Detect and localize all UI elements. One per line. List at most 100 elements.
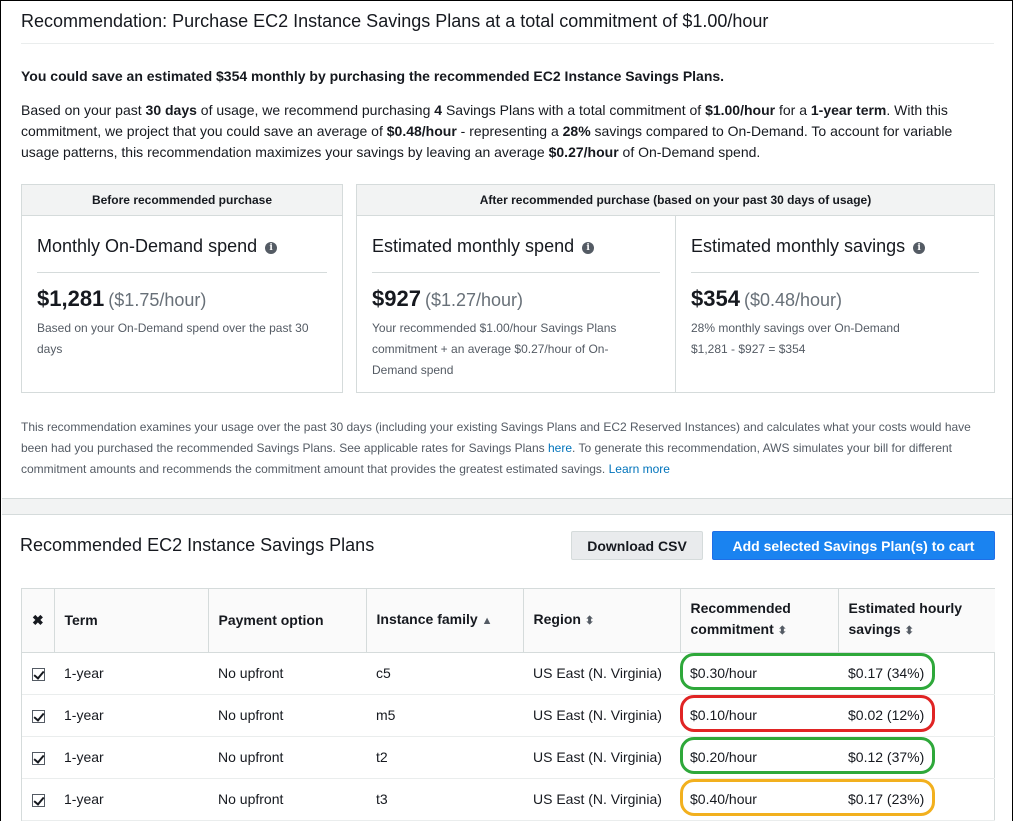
cell-instance-family: m5 bbox=[366, 694, 523, 737]
row-checkbox[interactable] bbox=[32, 667, 45, 681]
row-checkbox[interactable] bbox=[32, 793, 45, 807]
metric-value: $1,281 ($1.75/hour) bbox=[37, 286, 206, 312]
cell-region: US East (N. Virginia) bbox=[523, 736, 680, 779]
metric-title-text: Estimated monthly spend bbox=[372, 236, 575, 256]
info-icon[interactable]: i bbox=[265, 242, 278, 254]
deselect-all-icon[interactable]: ✖ bbox=[22, 589, 55, 653]
sort-icon: ⬍ bbox=[584, 614, 595, 627]
cell-term: 1-year bbox=[54, 778, 208, 821]
summary-days: 30 days bbox=[145, 102, 197, 118]
column-instance-family[interactable]: Instance family ▲ bbox=[366, 589, 524, 653]
table-row[interactable]: 1-year No upfront t2 US East (N. Virginia) $… bbox=[22, 736, 995, 779]
metric-value-hourly: ($1.27/hour) bbox=[424, 290, 524, 310]
table-row[interactable]: 1-year No upfront t3 US East (N. Virginia) $… bbox=[22, 778, 995, 821]
summary-hourly-savings: $0.48/hour bbox=[386, 123, 457, 139]
column-recommended-commitment[interactable]: Recommended commitment ⬍ bbox=[680, 589, 839, 653]
learn-more-link[interactable]: Learn more bbox=[609, 462, 670, 476]
column-payment-option[interactable]: Payment option bbox=[208, 589, 367, 653]
metric-value-hourly: ($1.75/hour) bbox=[108, 290, 207, 310]
metric-value-hourly: ($0.48/hour) bbox=[743, 290, 843, 310]
cell-region: US East (N. Virginia) bbox=[523, 652, 680, 695]
cell-payment-option: No upfront bbox=[208, 694, 366, 737]
metric-ondemand-spend: Monthly On-Demand spend i $1,281 ($1.75/ho… bbox=[22, 216, 342, 392]
before-purchase-header: Before recommended purchase bbox=[22, 185, 342, 216]
cell-commitment: $0.10/hour bbox=[680, 694, 838, 737]
sort-ascending-icon: ▲ bbox=[481, 614, 493, 627]
cell-instance-family: t3 bbox=[366, 778, 523, 821]
cell-commitment: $0.20/hour bbox=[680, 736, 838, 779]
section-separator bbox=[2, 498, 1012, 515]
column-label: Region bbox=[533, 610, 581, 627]
metric-note: Based on your On-Demand spend over the p… bbox=[37, 321, 309, 356]
metric-title-text: Monthly On-Demand spend bbox=[37, 236, 258, 256]
info-icon[interactable]: i bbox=[582, 242, 595, 254]
row-checkbox[interactable] bbox=[32, 709, 45, 723]
summary-term: 1-year term bbox=[810, 102, 887, 118]
recommendation-footnote: This recommendation examines your usage … bbox=[21, 417, 981, 480]
row-select-cell bbox=[22, 778, 54, 821]
info-icon[interactable]: i bbox=[913, 242, 926, 254]
metric-value-main: $927 bbox=[372, 286, 421, 311]
cell-instance-family: c5 bbox=[366, 652, 523, 695]
metric-estimated-spend: Estimated monthly spend i $927 ($1.27/hour… bbox=[357, 216, 675, 392]
table-row[interactable]: 1-year No upfront m5 US East (N. Virginia) $… bbox=[22, 694, 995, 737]
download-csv-button[interactable]: Download CSV bbox=[571, 531, 703, 560]
metric-value-main: $354 bbox=[691, 286, 740, 311]
metric-note: Your recommended $1.00/hour Savings Plan… bbox=[372, 321, 617, 377]
plans-section-title: Recommended EC2 Instance Savings Plans bbox=[20, 535, 375, 555]
metric-title-text: Estimated monthly savings bbox=[691, 236, 906, 256]
summary-ondemand-leftover: $0.27/hour bbox=[548, 144, 619, 160]
metric-note-line: 28% monthly savings over On-Demand bbox=[691, 321, 900, 335]
table-header-row: ✖ Term Payment option Instance family ▲ R… bbox=[22, 589, 995, 653]
cell-savings: $0.02 (12%) bbox=[838, 694, 995, 737]
summary-text: of usage, we recommend purchasing bbox=[196, 102, 435, 118]
cell-term: 1-year bbox=[54, 652, 208, 695]
summary-text: Savings Plans with a total commitment of bbox=[442, 102, 706, 118]
metric-divider bbox=[372, 272, 660, 273]
metric-value-main: $1,281 bbox=[37, 286, 105, 311]
summary-commitment: $1.00/hour bbox=[705, 102, 776, 118]
recommendation-panel: Recommendation: Purchase EC2 Instance Sa… bbox=[2, 2, 1012, 498]
metric-title: Estimated monthly spend i bbox=[372, 236, 595, 257]
rates-here-link[interactable]: here bbox=[548, 441, 572, 455]
cell-payment-option: No upfront bbox=[208, 736, 366, 779]
metric-value: $927 ($1.27/hour) bbox=[372, 286, 523, 312]
metric-note-calculation: $1,281 - $927 = $354 bbox=[691, 342, 806, 356]
window-frame: Recommendation: Purchase EC2 Instance Sa… bbox=[0, 0, 1013, 821]
cell-region: US East (N. Virginia) bbox=[523, 778, 680, 821]
sort-icon: ⬍ bbox=[904, 625, 914, 638]
recommendation-title: Recommendation: Purchase EC2 Instance Sa… bbox=[21, 11, 769, 31]
column-term[interactable]: Term bbox=[54, 589, 209, 653]
cell-commitment: $0.40/hour bbox=[680, 778, 838, 821]
cell-savings: $0.12 (37%) bbox=[838, 736, 995, 779]
recommendation-summary: Based on your past 30 days of usage, we … bbox=[21, 100, 981, 163]
summary-text: for a bbox=[775, 102, 811, 118]
cell-term: 1-year bbox=[54, 694, 208, 737]
summary-plan-count: 4 bbox=[434, 102, 443, 118]
metric-divider bbox=[37, 272, 327, 273]
column-region[interactable]: Region ⬍ bbox=[523, 589, 681, 653]
column-label: Payment option bbox=[218, 611, 324, 628]
column-estimated-savings[interactable]: Estimated hourly savings ⬍ bbox=[838, 589, 995, 653]
cell-term: 1-year bbox=[54, 736, 208, 779]
cell-savings: $0.17 (34%) bbox=[838, 652, 995, 695]
savings-headline: You could save an estimated $354 monthly… bbox=[21, 68, 725, 84]
after-purchase-header: After recommended purchase (based on you… bbox=[357, 185, 994, 216]
cell-commitment: $0.30/hour bbox=[680, 652, 838, 695]
summary-text: - representing a bbox=[456, 123, 563, 139]
cell-payment-option: No upfront bbox=[208, 652, 366, 695]
row-select-cell bbox=[22, 694, 54, 737]
after-purchase-box: After recommended purchase (based on you… bbox=[356, 184, 995, 393]
cell-payment-option: No upfront bbox=[208, 778, 366, 821]
metric-note: 28% monthly savings over On-Demand $1,281… bbox=[691, 318, 976, 360]
row-checkbox[interactable] bbox=[32, 751, 45, 765]
table-row[interactable]: 1-year No upfront c5 US East (N. Virginia) $… bbox=[22, 652, 995, 695]
metric-divider bbox=[691, 272, 979, 273]
sort-icon: ⬍ bbox=[777, 625, 787, 638]
cell-savings: $0.17 (23%) bbox=[838, 778, 995, 821]
column-label: Instance family bbox=[376, 610, 478, 627]
summary-text: Based on your past bbox=[21, 102, 146, 118]
summary-savings-percent: 28% bbox=[562, 123, 591, 139]
add-to-cart-button[interactable]: Add selected Savings Plan(s) to cart bbox=[712, 531, 995, 560]
plans-table: ✖ Term Payment option Instance family ▲ R… bbox=[21, 588, 995, 821]
